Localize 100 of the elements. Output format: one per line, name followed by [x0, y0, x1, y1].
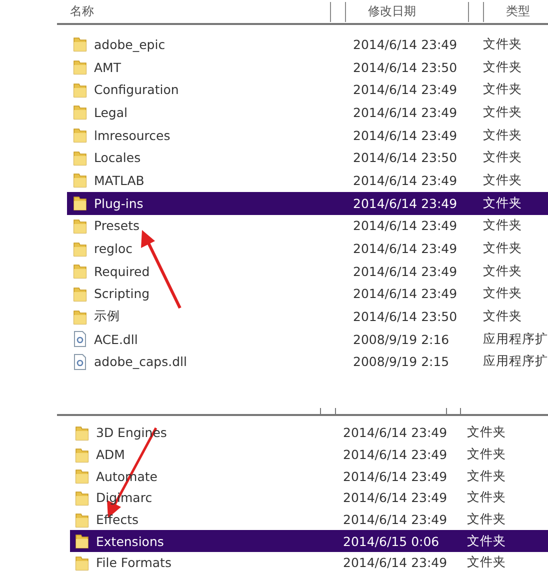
- file-row[interactable]: Required 2014/6/14 23:49 文件夹: [67, 260, 548, 283]
- modified-date: 2014/6/14 23:49: [353, 104, 458, 120]
- modified-date: 2014/6/14 23:49: [353, 286, 458, 302]
- file-row[interactable]: adobe_caps.dll 2008/9/19 2:15 应用程序扩: [67, 350, 548, 374]
- folder-icon: [75, 490, 89, 506]
- file-name: 示例: [94, 308, 120, 326]
- file-type: 文件夹: [483, 217, 523, 234]
- file-name: Plug-ins: [94, 196, 144, 211]
- file-name: Required: [94, 264, 150, 279]
- file-row[interactable]: Scripting 2014/6/14 23:49 文件夹: [67, 282, 548, 306]
- folder-icon: [73, 172, 87, 188]
- file-row[interactable]: ADM 2014/6/14 23:49 文件夹: [70, 444, 548, 466]
- modified-date: 2014/6/14 23:49: [353, 218, 458, 234]
- file-row[interactable]: Legal 2014/6/14 23:49 文件夹: [67, 101, 548, 124]
- file-type: 应用程序扩: [483, 353, 548, 370]
- folder-icon: [75, 554, 89, 571]
- file-type: 文件夹: [467, 468, 507, 485]
- file-name: MATLAB: [94, 172, 144, 188]
- modified-date: 2014/6/15 0:06: [343, 534, 440, 549]
- file-row[interactable]: ACE.dll 2008/9/19 2:16 应用程序扩: [67, 328, 548, 351]
- file-type: 文件夹: [483, 285, 523, 302]
- file-type: 文件夹: [483, 104, 523, 121]
- file-name: Configuration: [94, 82, 179, 98]
- file-row[interactable]: lmresources 2014/6/14 23:49 文件夹: [67, 124, 548, 146]
- folder-icon: [73, 263, 87, 280]
- file-type: 应用程序扩: [483, 330, 548, 348]
- file-row[interactable]: Configuration 2014/6/14 23:49 文件夹: [67, 78, 548, 102]
- file-icon: [73, 354, 87, 370]
- file-row[interactable]: regloc 2014/6/14 23:49 文件夹: [67, 237, 548, 260]
- folder-icon: [73, 240, 87, 257]
- modified-date: 2014/6/14 23:49: [343, 490, 448, 506]
- file-type: 文件夹: [467, 511, 507, 528]
- folder-icon: [75, 533, 89, 550]
- file-name: ACE.dll: [94, 332, 138, 347]
- file-name: File Formats: [96, 555, 172, 570]
- modified-date: 2014/6/14 23:49: [343, 468, 448, 484]
- folder-icon: [73, 36, 87, 52]
- folder-icon: [75, 512, 89, 528]
- modified-date: 2014/6/14 23:49: [343, 555, 448, 570]
- file-icon: [73, 331, 87, 348]
- file-type: 文件夹: [483, 58, 523, 76]
- file-type: 文件夹: [483, 149, 523, 166]
- modified-date: 2008/9/19 2:15: [353, 354, 450, 370]
- folder-icon: [75, 468, 89, 484]
- folder-icon: [73, 150, 87, 166]
- folder-icon: [73, 59, 87, 76]
- modified-date: 2014/6/14 23:49: [343, 512, 448, 528]
- file-name: Legal: [94, 104, 128, 120]
- file-row[interactable]: Presets 2014/6/14 23:49 文件夹: [67, 214, 548, 238]
- folder-icon: [73, 286, 87, 302]
- file-name: adobe_epic: [94, 36, 166, 52]
- file-row[interactable]: Locales 2014/6/14 23:50 文件夹: [67, 146, 548, 170]
- modified-date: 2014/6/14 23:50: [353, 60, 458, 75]
- file-type: 文件夹: [483, 240, 523, 258]
- file-type: 文件夹: [483, 262, 523, 280]
- column-header[interactable]: 名称: [57, 3, 330, 20]
- file-name: regloc: [94, 241, 132, 256]
- column-header[interactable]: 类型: [498, 3, 530, 20]
- modified-date: 2014/6/14 23:50: [353, 309, 458, 324]
- file-row[interactable]: Effects 2014/6/14 23:49 文件夹: [70, 508, 548, 530]
- file-name: Presets: [94, 218, 140, 234]
- file-type: 文件夹: [483, 126, 523, 144]
- file-row[interactable]: File Formats 2014/6/14 23:49 文件夹: [70, 552, 548, 574]
- folder-icon: [73, 308, 87, 325]
- folder-icon: [73, 218, 87, 234]
- modified-date: 2014/6/14 23:49: [343, 425, 448, 440]
- modified-date: 2014/6/14 23:49: [353, 82, 458, 98]
- file-name: Scripting: [94, 286, 150, 302]
- file-type: 文件夹: [467, 532, 507, 550]
- file-type: 文件夹: [467, 446, 507, 464]
- modified-date: 2014/6/14 23:49: [353, 172, 458, 188]
- file-type: 文件夹: [467, 424, 507, 442]
- file-type: 文件夹: [483, 308, 523, 326]
- file-name: ADM: [96, 447, 125, 462]
- file-name: adobe_caps.dll: [94, 354, 187, 370]
- file-row[interactable]: Plug-ins 2014/6/14 23:49 文件夹: [67, 192, 548, 214]
- modified-date: 2014/6/14 23:50: [353, 150, 458, 166]
- file-type: 文件夹: [483, 172, 523, 189]
- file-type: 文件夹: [467, 554, 507, 572]
- file-name: Locales: [94, 150, 141, 166]
- file-row[interactable]: 示例 2014/6/14 23:50 文件夹: [67, 305, 548, 328]
- file-name: Extensions: [96, 534, 164, 549]
- file-name: AMT: [94, 60, 121, 75]
- folder-icon: [75, 446, 89, 463]
- file-row[interactable]: adobe_epic 2014/6/14 23:49 文件夹: [67, 33, 548, 56]
- file-type: 文件夹: [467, 489, 507, 506]
- modified-date: 2014/6/14 23:49: [353, 36, 458, 52]
- file-type: 文件夹: [483, 36, 523, 53]
- file-row[interactable]: AMT 2014/6/14 23:50 文件夹: [67, 56, 548, 78]
- file-type: 文件夹: [483, 81, 523, 98]
- file-type: 文件夹: [483, 194, 523, 212]
- file-name: Effects: [96, 512, 138, 528]
- modified-date: 2014/6/14 23:49: [353, 241, 458, 256]
- folder-icon: [75, 424, 89, 441]
- column-header[interactable]: 修改日期: [360, 3, 468, 20]
- file-row[interactable]: MATLAB 2014/6/14 23:49 文件夹: [67, 169, 548, 192]
- folder-icon: [73, 195, 87, 212]
- modified-date: 2014/6/14 23:49: [353, 264, 458, 279]
- file-row[interactable]: Extensions 2014/6/15 0:06 文件夹: [70, 530, 548, 552]
- folder-icon: [73, 104, 87, 120]
